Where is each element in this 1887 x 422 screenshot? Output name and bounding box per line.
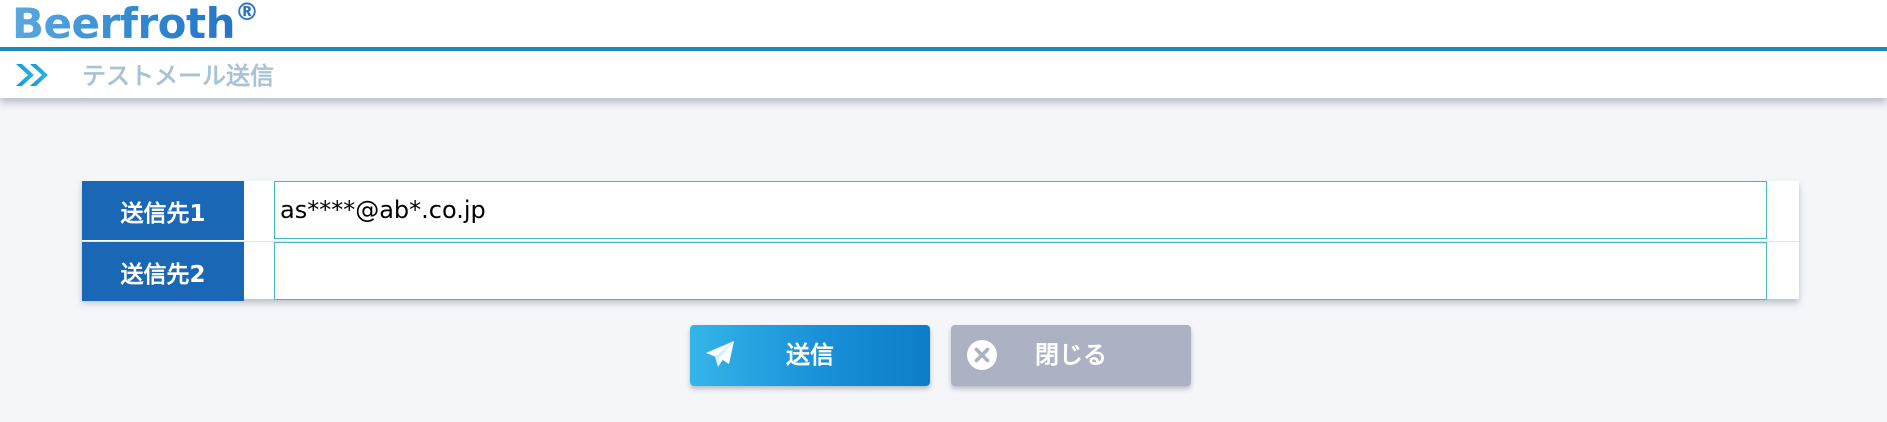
app-header: Beerfroth®: [0, 0, 1887, 51]
recipient-1-label: 送信先1: [82, 181, 244, 240]
brand-logo-text: Beerfroth: [12, 0, 236, 48]
close-circle-icon: [967, 340, 997, 370]
brand-logo: Beerfroth®: [12, 0, 259, 48]
recipient-row-2: 送信先2: [82, 241, 1799, 301]
send-button[interactable]: 送信: [690, 325, 930, 386]
recipient-1-input[interactable]: [274, 181, 1767, 239]
recipient-row-1: 送信先1: [82, 181, 1799, 242]
double-chevron-right-icon: [16, 64, 48, 86]
page-title-bar: テストメール送信: [0, 51, 1887, 98]
registered-mark: ®: [235, 0, 259, 26]
recipient-2-label: 送信先2: [82, 242, 244, 301]
recipient-form: 送信先1 送信先2: [82, 181, 1799, 301]
paper-plane-icon: [706, 341, 734, 367]
page-title: テストメール送信: [82, 62, 274, 90]
close-button-label: 閉じる: [1035, 341, 1107, 369]
send-button-label: 送信: [786, 341, 834, 369]
close-button[interactable]: 閉じる: [951, 325, 1191, 386]
recipient-2-input[interactable]: [274, 242, 1767, 300]
